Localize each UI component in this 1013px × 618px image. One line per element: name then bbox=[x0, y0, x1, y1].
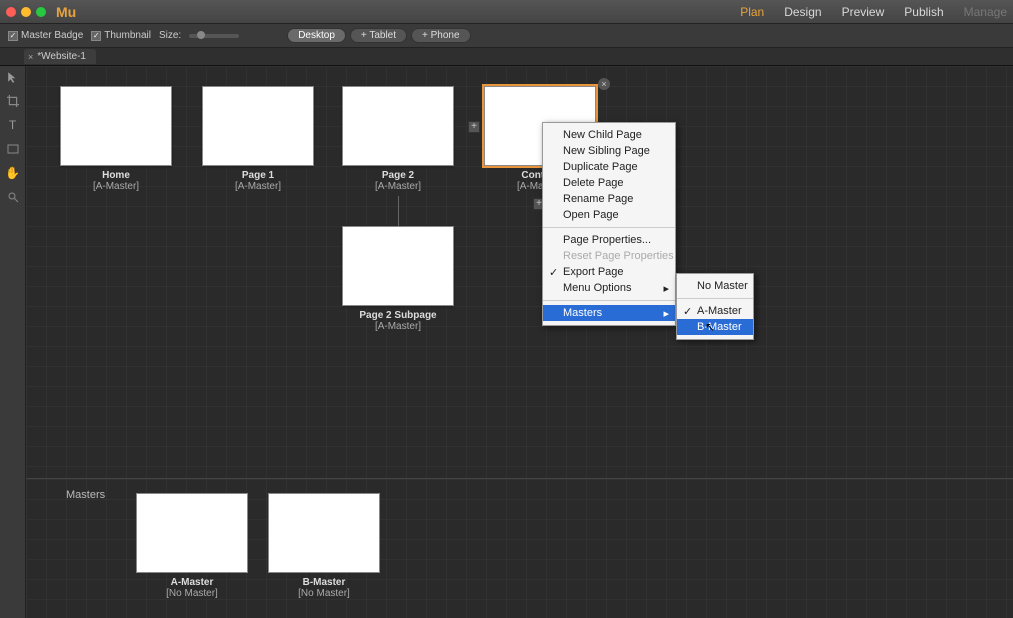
menu-duplicate[interactable]: Duplicate Page bbox=[543, 159, 675, 175]
nav-publish[interactable]: Publish bbox=[904, 5, 943, 19]
page-master-badge: [A-Master] bbox=[342, 321, 454, 332]
page-master-badge: [A-Master] bbox=[342, 181, 454, 192]
rectangle-tool-icon[interactable] bbox=[6, 142, 20, 156]
menu-properties[interactable]: Page Properties... bbox=[543, 232, 675, 248]
menu-rename[interactable]: Rename Page bbox=[543, 191, 675, 207]
app-title: Mu bbox=[56, 4, 76, 20]
text-tool-icon[interactable]: T bbox=[6, 118, 20, 132]
page-thumb-page2[interactable]: Page 2 [A-Master] bbox=[342, 86, 454, 192]
page-name: Home bbox=[60, 170, 172, 181]
menu-open[interactable]: Open Page bbox=[543, 207, 675, 223]
add-sibling-left-icon[interactable]: + bbox=[468, 121, 480, 133]
masters-row: A-Master [No Master] B-Master [No Master… bbox=[136, 493, 973, 599]
menu-delete[interactable]: Delete Page bbox=[543, 175, 675, 191]
page-master-badge: [A-Master] bbox=[202, 181, 314, 192]
master-badge: [No Master] bbox=[268, 588, 380, 599]
hand-tool-icon[interactable]: ✋ bbox=[6, 166, 20, 180]
phone-button[interactable]: + Phone bbox=[411, 28, 471, 43]
master-thumb-b[interactable]: B-Master [No Master] bbox=[268, 493, 380, 599]
title-bar: Mu Plan Design Preview Publish Manage bbox=[0, 0, 1013, 24]
master-badge-checkbox[interactable]: ✓ Master Badge bbox=[8, 30, 83, 41]
workspace-nav: Plan Design Preview Publish Manage bbox=[740, 5, 1007, 19]
page-thumbnail-icon bbox=[342, 226, 454, 306]
window-controls bbox=[6, 7, 46, 17]
options-bar: ✓ Master Badge ✓ Thumbnail Size: Desktop… bbox=[0, 24, 1013, 48]
nav-manage[interactable]: Manage bbox=[964, 5, 1007, 19]
thumbnail-checkbox[interactable]: ✓ Thumbnail bbox=[91, 30, 151, 41]
menu-masters[interactable]: Masters bbox=[543, 305, 675, 321]
nav-design[interactable]: Design bbox=[784, 5, 821, 19]
master-badge-label: Master Badge bbox=[21, 30, 83, 41]
submenu-b-master[interactable]: B-Master bbox=[677, 319, 753, 335]
master-thumb-a[interactable]: A-Master [No Master] bbox=[136, 493, 248, 599]
close-tab-icon[interactable]: × bbox=[28, 52, 33, 62]
document-tab-bar: × *Website-1 bbox=[0, 48, 1013, 66]
thumbnail-label: Thumbnail bbox=[104, 30, 151, 41]
size-label: Size: bbox=[159, 30, 181, 41]
page-thumbnail-icon bbox=[342, 86, 454, 166]
page-context-menu: New Child Page New Sibling Page Duplicat… bbox=[542, 122, 676, 326]
size-slider[interactable] bbox=[189, 34, 239, 38]
nav-plan[interactable]: Plan bbox=[740, 5, 764, 19]
master-name: A-Master bbox=[136, 577, 248, 588]
plan-canvas[interactable]: Home [A-Master] Page 1 [A-Master] Page 2… bbox=[26, 66, 1013, 478]
checkmark-icon: ✓ bbox=[8, 31, 18, 41]
selection-tool-icon[interactable] bbox=[6, 70, 20, 84]
submenu-no-master[interactable]: No Master bbox=[677, 278, 753, 294]
tablet-button[interactable]: + Tablet bbox=[350, 28, 407, 43]
desktop-button[interactable]: Desktop bbox=[287, 28, 346, 43]
page-thumbnail-icon bbox=[136, 493, 248, 573]
masters-panel-title: Masters bbox=[66, 489, 105, 501]
main-area: T ✋ Home [A-Master] Page 1 [A-Master] Pa… bbox=[0, 66, 1013, 618]
page-name: Page 1 bbox=[202, 170, 314, 181]
menu-separator bbox=[543, 300, 675, 301]
masters-panel[interactable]: Masters A-Master [No Master] B-Master [N… bbox=[26, 478, 1013, 618]
checkmark-icon: ✓ bbox=[91, 31, 101, 41]
menu-reset-properties: Reset Page Properties bbox=[543, 248, 675, 264]
page-name: Page 2 Subpage bbox=[342, 310, 454, 321]
master-badge: [No Master] bbox=[136, 588, 248, 599]
minimize-window-icon[interactable] bbox=[21, 7, 31, 17]
close-window-icon[interactable] bbox=[6, 7, 16, 17]
page-connector bbox=[398, 196, 399, 226]
page-thumbnail-icon bbox=[202, 86, 314, 166]
document-tab-label: *Website-1 bbox=[37, 51, 86, 62]
page-thumb-home[interactable]: Home [A-Master] bbox=[60, 86, 172, 192]
delete-page-icon[interactable]: × bbox=[598, 78, 610, 90]
page-thumbnail-icon bbox=[60, 86, 172, 166]
crop-tool-icon[interactable] bbox=[6, 94, 20, 108]
page-thumb-page1[interactable]: Page 1 [A-Master] bbox=[202, 86, 314, 192]
page-name: Page 2 bbox=[342, 170, 454, 181]
document-tab[interactable]: × *Website-1 bbox=[24, 49, 96, 64]
zoom-window-icon[interactable] bbox=[36, 7, 46, 17]
zoom-tool-icon[interactable] bbox=[6, 190, 20, 204]
page-thumbnail-icon bbox=[268, 493, 380, 573]
page-master-badge: [A-Master] bbox=[60, 181, 172, 192]
nav-preview[interactable]: Preview bbox=[842, 5, 885, 19]
masters-submenu: No Master A-Master B-Master ↖ bbox=[676, 273, 754, 340]
menu-new-child[interactable]: New Child Page bbox=[543, 127, 675, 143]
submenu-a-master[interactable]: A-Master bbox=[677, 303, 753, 319]
menu-menu-options[interactable]: Menu Options bbox=[543, 280, 675, 296]
device-buttons: Desktop + Tablet + Phone bbox=[287, 28, 470, 43]
page-thumb-page2-subpage[interactable]: Page 2 Subpage [A-Master] bbox=[342, 226, 454, 332]
menu-export[interactable]: Export Page bbox=[543, 264, 675, 280]
menu-new-sibling[interactable]: New Sibling Page bbox=[543, 143, 675, 159]
canvas-wrap: Home [A-Master] Page 1 [A-Master] Page 2… bbox=[26, 66, 1013, 618]
master-name: B-Master bbox=[268, 577, 380, 588]
menu-separator bbox=[543, 227, 675, 228]
menu-separator bbox=[677, 298, 753, 299]
tool-strip: T ✋ bbox=[0, 66, 26, 618]
